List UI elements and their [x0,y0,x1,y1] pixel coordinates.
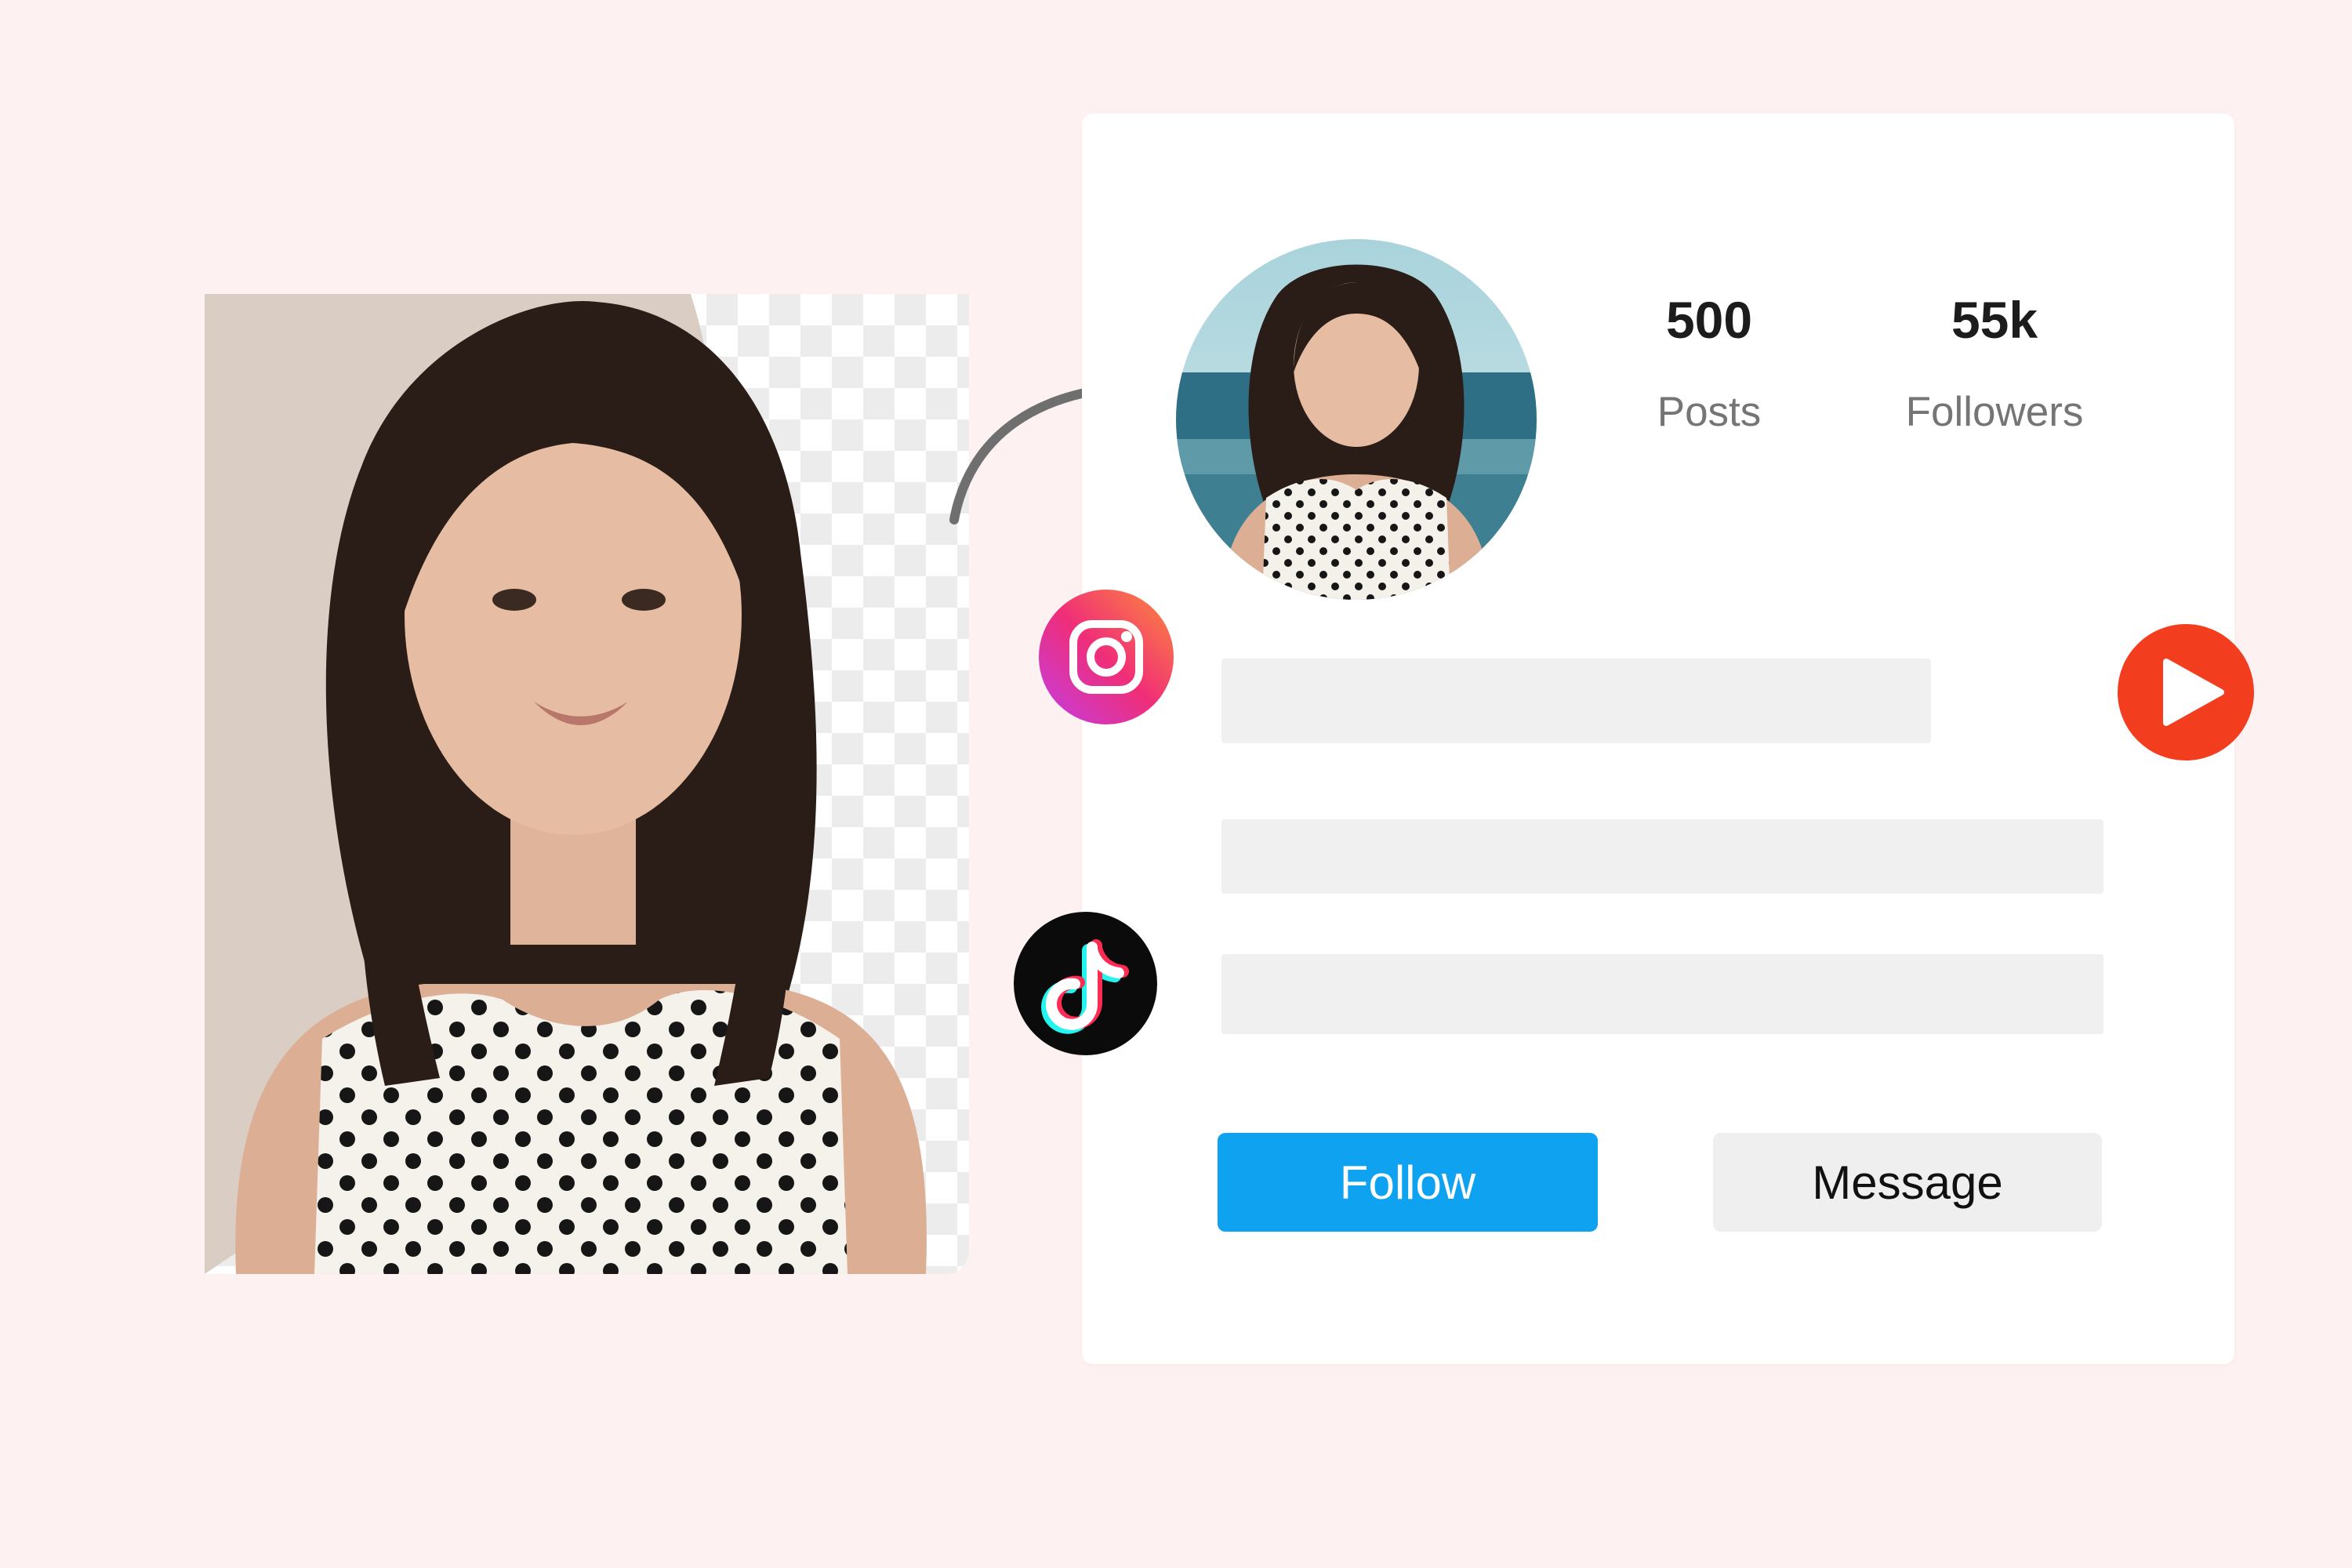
instagram-icon[interactable] [1039,590,1174,724]
play-icon[interactable] [2118,624,2254,760]
posts-count: 500 [1665,291,1753,349]
followers-count: 55k [1951,291,2038,349]
tiktok-icon[interactable] [1014,912,1157,1055]
bio-placeholder-line [1221,954,2103,1034]
followers-label: Followers [1905,389,2084,435]
posts-stat[interactable]: 500 Posts [1584,294,1835,433]
followers-stat[interactable]: 55k Followers [1869,294,2120,433]
message-button[interactable]: Message [1713,1133,2102,1232]
source-portrait-photo [205,294,969,1274]
profile-card: 500 Posts 55k Followers Follow Message [1082,114,2234,1364]
bio-placeholder-line [1221,819,2103,894]
posts-label: Posts [1657,389,1762,435]
bio-placeholder-line [1221,659,1931,743]
profile-avatar[interactable] [1176,239,1537,600]
follow-button[interactable]: Follow [1218,1133,1598,1232]
